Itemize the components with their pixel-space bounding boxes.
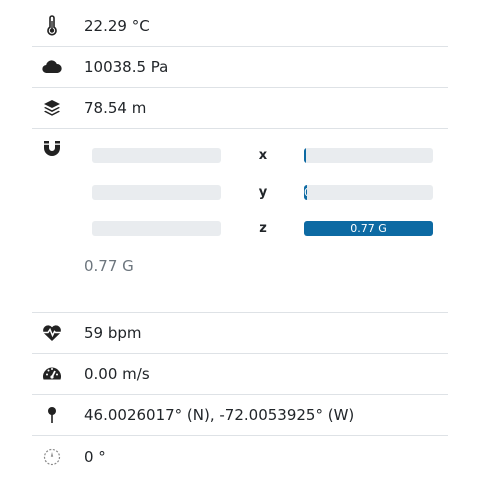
magnetometer-row: x y 0 z 0.77 G 0.77 G: [32, 129, 448, 313]
pressure-value: 10038.5 Pa: [84, 58, 169, 76]
altitude-value: 78.54 m: [84, 99, 147, 117]
map-pin-icon: [40, 403, 64, 427]
heading-value: 0 °: [84, 447, 106, 466]
heading-row: 0 °: [32, 436, 448, 477]
pressure-row: 10038.5 Pa: [32, 47, 448, 88]
layers-icon: [40, 96, 64, 120]
y-axis-label: y: [258, 185, 268, 200]
z-axis-left-bar: [92, 221, 221, 236]
cloud-icon: [40, 55, 64, 79]
x-axis-progress-fill: [304, 148, 306, 163]
y-axis-progress-bar: 0: [304, 185, 433, 200]
magnetometer-total: 0.77 G: [84, 257, 134, 275]
temperature-value: 22.29 °C: [84, 17, 150, 35]
z-axis-progress-fill: 0.77 G: [304, 221, 433, 236]
speed-row: 0.00 m/s: [32, 354, 448, 395]
sensor-list: 22.29 °C 10038.5 Pa 78.54 m x y z 0.77 G…: [32, 0, 448, 477]
speed-value: 0.00 m/s: [84, 365, 150, 383]
compass-icon: [40, 445, 64, 469]
magnetometer-z-axis: z 0.77 G: [92, 221, 433, 237]
location-row: 46.0026017° (N), -72.0053925° (W): [32, 395, 448, 436]
y-axis-progress-fill: 0: [304, 185, 307, 200]
x-axis-progress-bar: [304, 148, 433, 163]
heart-rate-value: 59 bpm: [84, 324, 142, 342]
heart-pulse-icon: [40, 321, 64, 345]
heart-rate-row: 59 bpm: [32, 313, 448, 354]
z-axis-progress-bar: 0.77 G: [304, 221, 433, 236]
speedometer-icon: [40, 362, 64, 386]
temperature-row: 22.29 °C: [32, 0, 448, 47]
location-value: 46.0026017° (N), -72.0053925° (W): [84, 406, 355, 424]
x-axis-label: x: [258, 148, 268, 163]
magnet-icon: [40, 137, 64, 161]
y-axis-left-bar: [92, 185, 221, 200]
magnetometer-x-axis: x: [92, 148, 433, 164]
z-axis-label: z: [259, 221, 267, 236]
altitude-row: 78.54 m: [32, 88, 448, 129]
thermometer-icon: [40, 14, 64, 38]
x-axis-left-bar: [92, 148, 221, 163]
magnetometer-y-axis: y 0: [92, 185, 433, 201]
